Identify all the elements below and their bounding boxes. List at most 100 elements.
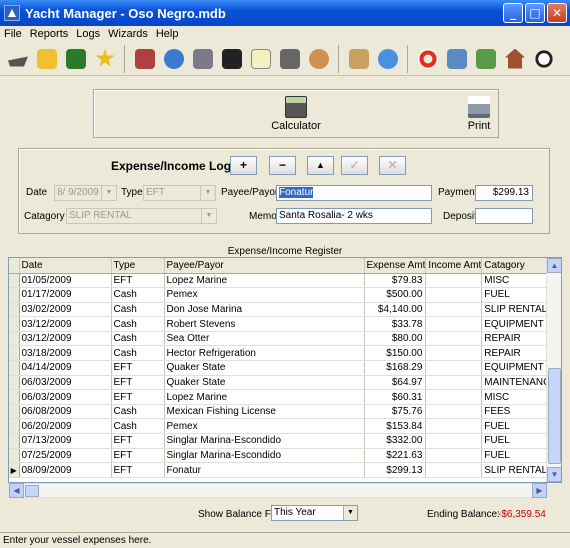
horizontal-scrollbar[interactable]: ◀ ▶ bbox=[9, 483, 547, 498]
chevron-down-icon[interactable]: ▼ bbox=[200, 186, 215, 200]
maximize-button[interactable]: □ bbox=[525, 3, 545, 23]
table-cell[interactable]: EFT bbox=[111, 375, 165, 391]
table-cell[interactable]: Cash bbox=[111, 345, 165, 362]
row-indicator[interactable] bbox=[9, 375, 20, 391]
table-cell[interactable]: $153.84 bbox=[364, 418, 427, 435]
table-cell[interactable]: Cash bbox=[111, 316, 165, 332]
row-indicator[interactable] bbox=[9, 360, 20, 376]
table-row[interactable]: ▶ 08/09/2009 EFT Fonatur $299.13 SLIP RENTAL bbox=[9, 462, 560, 478]
table-cell[interactable]: 01/17/2009 bbox=[19, 287, 112, 303]
category-field[interactable]: SLIP RENTAL ▼ bbox=[66, 208, 217, 224]
tools-icon[interactable] bbox=[189, 45, 217, 73]
table-cell[interactable]: 08/09/2009 bbox=[19, 462, 112, 478]
menu-file[interactable]: File bbox=[4, 28, 22, 40]
table-row[interactable]: 03/18/2009 Cash Hector Refrigeration $150.0… bbox=[9, 345, 560, 362]
table-cell[interactable]: EFT bbox=[111, 433, 165, 449]
table-cell[interactable]: EFT bbox=[111, 389, 165, 405]
column-header[interactable]: Income Amt bbox=[425, 258, 483, 274]
table-cell[interactable]: Quaker State bbox=[164, 360, 365, 376]
row-indicator[interactable]: ▶ bbox=[9, 462, 20, 478]
table-cell[interactable]: Lopez Marine bbox=[164, 389, 365, 405]
checkbook-icon[interactable] bbox=[131, 45, 159, 73]
table-cell[interactable]: Robert Stevens bbox=[164, 316, 365, 332]
table-row[interactable]: 06/03/2009 EFT Lopez Marine $60.31 MISC bbox=[9, 389, 560, 405]
table-cell[interactable]: $60.31 bbox=[364, 389, 427, 405]
chevron-down-icon[interactable]: ▼ bbox=[343, 506, 357, 520]
table-cell[interactable] bbox=[425, 433, 483, 449]
star-icon[interactable] bbox=[91, 45, 119, 73]
table-cell[interactable]: Quaker State bbox=[164, 375, 365, 391]
table-cell[interactable]: Cash bbox=[111, 302, 165, 318]
scroll-thumb[interactable] bbox=[548, 368, 561, 464]
table-cell[interactable] bbox=[425, 418, 483, 435]
table-cell[interactable]: Singlar Marina-Escondido bbox=[164, 433, 365, 449]
table-row[interactable]: 04/14/2009 EFT Quaker State $168.29 EQUIPMEN… bbox=[9, 360, 560, 376]
disk-icon[interactable] bbox=[443, 45, 471, 73]
table-cell[interactable]: $79.83 bbox=[364, 273, 427, 289]
table-cell[interactable] bbox=[425, 302, 483, 318]
chevron-down-icon[interactable]: ▼ bbox=[101, 186, 116, 200]
table-cell[interactable]: 03/18/2009 bbox=[19, 345, 112, 362]
memo-field[interactable]: Santa Rosalia- 2 wks bbox=[276, 208, 432, 224]
table-cell[interactable] bbox=[425, 331, 483, 347]
table-cell[interactable]: Pemex bbox=[164, 287, 365, 303]
menu-help[interactable]: Help bbox=[156, 28, 179, 40]
row-indicator[interactable] bbox=[9, 433, 20, 449]
magnifier-icon[interactable] bbox=[530, 45, 558, 73]
row-indicator[interactable] bbox=[9, 418, 20, 435]
table-cell[interactable]: EFT bbox=[111, 273, 165, 289]
add-record-button[interactable]: + bbox=[230, 156, 257, 175]
people-icon[interactable] bbox=[305, 45, 333, 73]
clipboard-icon[interactable] bbox=[345, 45, 373, 73]
column-header[interactable]: Payee/Payor bbox=[164, 258, 365, 274]
table-row[interactable]: 03/02/2009 Cash Don Jose Marina $4,140.00 SL… bbox=[9, 302, 560, 318]
accept-button[interactable]: ✓ bbox=[341, 156, 368, 175]
notepad-icon[interactable] bbox=[247, 45, 275, 73]
table-cell[interactable]: 06/03/2009 bbox=[19, 375, 112, 391]
row-indicator[interactable] bbox=[9, 273, 20, 289]
table-cell[interactable]: Cash bbox=[111, 404, 165, 420]
row-indicator[interactable] bbox=[9, 287, 20, 303]
table-cell[interactable]: Lopez Marine bbox=[164, 273, 365, 289]
table-cell[interactable]: Fonatur bbox=[164, 462, 365, 478]
table-cell[interactable]: 04/14/2009 bbox=[19, 360, 112, 376]
folder-icon[interactable] bbox=[33, 45, 61, 73]
table-cell[interactable]: 07/13/2009 bbox=[19, 433, 112, 449]
table-cell[interactable] bbox=[425, 287, 483, 303]
table-cell[interactable]: Pemex bbox=[164, 418, 365, 435]
scroll-down-icon[interactable]: ▼ bbox=[547, 467, 561, 482]
table-cell[interactable] bbox=[425, 273, 483, 289]
print-button[interactable]: Print bbox=[464, 96, 494, 132]
save-icon[interactable] bbox=[62, 45, 90, 73]
table-row[interactable]: 03/12/2009 Cash Sea Otter $80.00 REPAIR bbox=[9, 331, 560, 347]
house-icon[interactable] bbox=[501, 45, 529, 73]
row-indicator[interactable] bbox=[9, 448, 20, 464]
table-row[interactable]: 06/08/2009 Cash Mexican Fishing License $75… bbox=[9, 404, 560, 420]
deposit-field[interactable] bbox=[475, 208, 533, 224]
boat-icon[interactable] bbox=[4, 45, 32, 73]
move-up-button[interactable]: ▲ bbox=[307, 156, 334, 175]
table-row[interactable]: 03/12/2009 Cash Robert Stevens $33.78 EQUIPM… bbox=[9, 316, 560, 332]
life-ring-icon[interactable] bbox=[414, 45, 442, 73]
table-cell[interactable] bbox=[425, 389, 483, 405]
type-field[interactable]: EFT ▼ bbox=[143, 185, 216, 201]
table-cell[interactable] bbox=[425, 448, 483, 464]
row-indicator[interactable] bbox=[9, 316, 20, 332]
table-cell[interactable]: EFT bbox=[111, 462, 165, 478]
scroll-left-icon[interactable]: ◀ bbox=[9, 483, 24, 498]
delete-record-button[interactable]: − bbox=[269, 156, 296, 175]
scroll-right-icon[interactable]: ▶ bbox=[532, 483, 547, 498]
minimize-button[interactable]: _ bbox=[503, 3, 523, 23]
payee-field[interactable]: Fonatur bbox=[276, 185, 432, 201]
table-cell[interactable]: 06/20/2009 bbox=[19, 418, 112, 435]
table-row[interactable]: 01/17/2009 Cash Pemex $500.00 FUEL bbox=[9, 287, 560, 303]
table-cell[interactable]: Sea Otter bbox=[164, 331, 365, 347]
table-cell[interactable]: 01/05/2009 bbox=[19, 273, 112, 289]
row-indicator[interactable] bbox=[9, 389, 20, 405]
table-row[interactable]: 01/05/2009 EFT Lopez Marine $79.83 MISC bbox=[9, 273, 560, 289]
table-row[interactable]: 06/20/2009 Cash Pemex $153.84 FUEL bbox=[9, 418, 560, 435]
globe-icon[interactable] bbox=[160, 45, 188, 73]
table-cell[interactable]: 06/08/2009 bbox=[19, 404, 112, 420]
table-cell[interactable]: 06/03/2009 bbox=[19, 389, 112, 405]
row-indicator[interactable] bbox=[9, 404, 20, 420]
